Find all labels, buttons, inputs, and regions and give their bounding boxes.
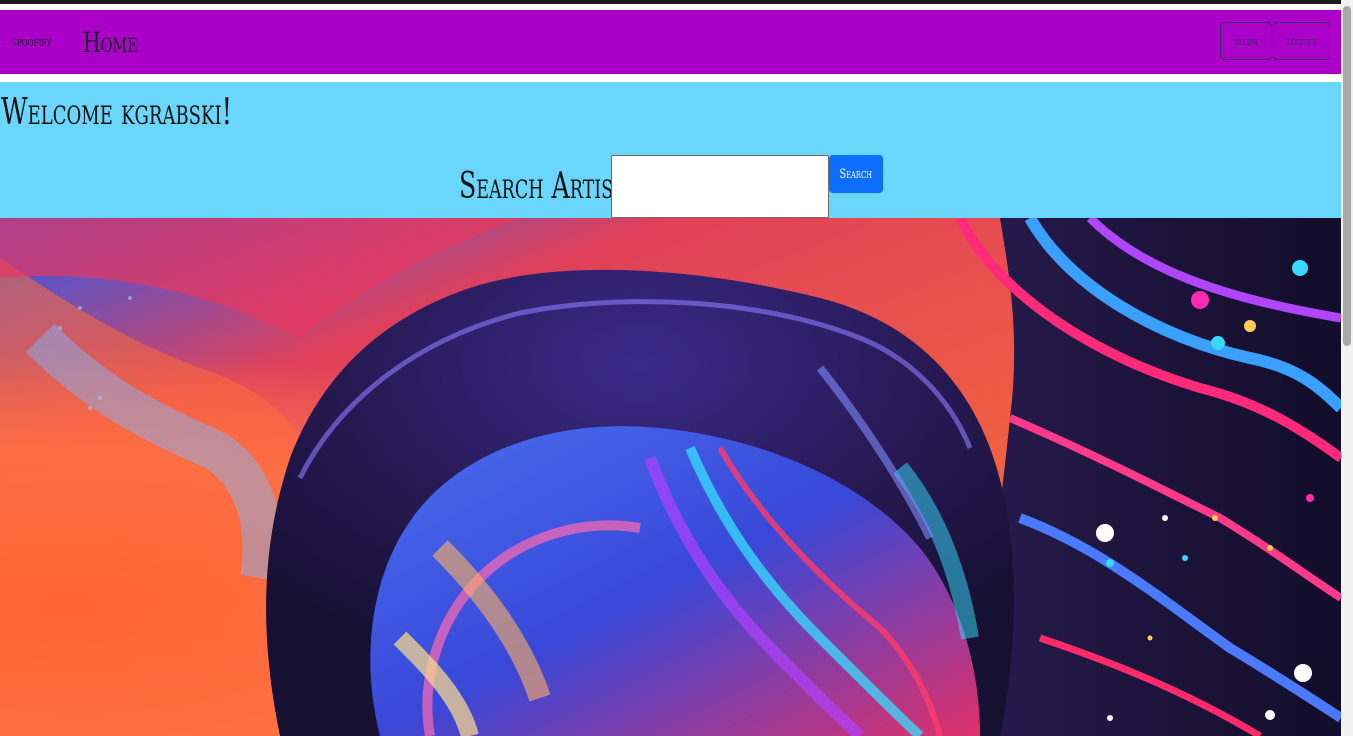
search-artist-label: Search Artist: (459, 166, 634, 207)
page: spoofify Home login logout Welcome kgrab… (0, 0, 1353, 736)
login-button-label: login (1234, 34, 1258, 48)
psychedelic-artwork-image (0, 218, 1341, 736)
welcome-heading: Welcome kgrabski! (1, 92, 232, 133)
auth-buttons: login logout (1220, 22, 1330, 60)
vertical-scrollbar[interactable] (1341, 0, 1353, 736)
top-border (0, 0, 1341, 4)
navbar: spoofify Home login logout (0, 10, 1341, 74)
login-button[interactable]: login (1220, 22, 1272, 60)
logout-button[interactable]: logout (1273, 22, 1330, 60)
search-button[interactable]: Search (829, 155, 883, 193)
welcome-section: Welcome kgrabski! Search Artist: Search (0, 82, 1341, 218)
search-button-label: Search (839, 166, 873, 182)
nav-home-link[interactable]: Home (83, 26, 138, 59)
search-artist-input[interactable] (611, 155, 829, 218)
brand-link[interactable]: spoofify (12, 35, 51, 50)
logout-button-label: logout (1286, 34, 1317, 48)
scrollbar-thumb[interactable] (1343, 6, 1351, 346)
